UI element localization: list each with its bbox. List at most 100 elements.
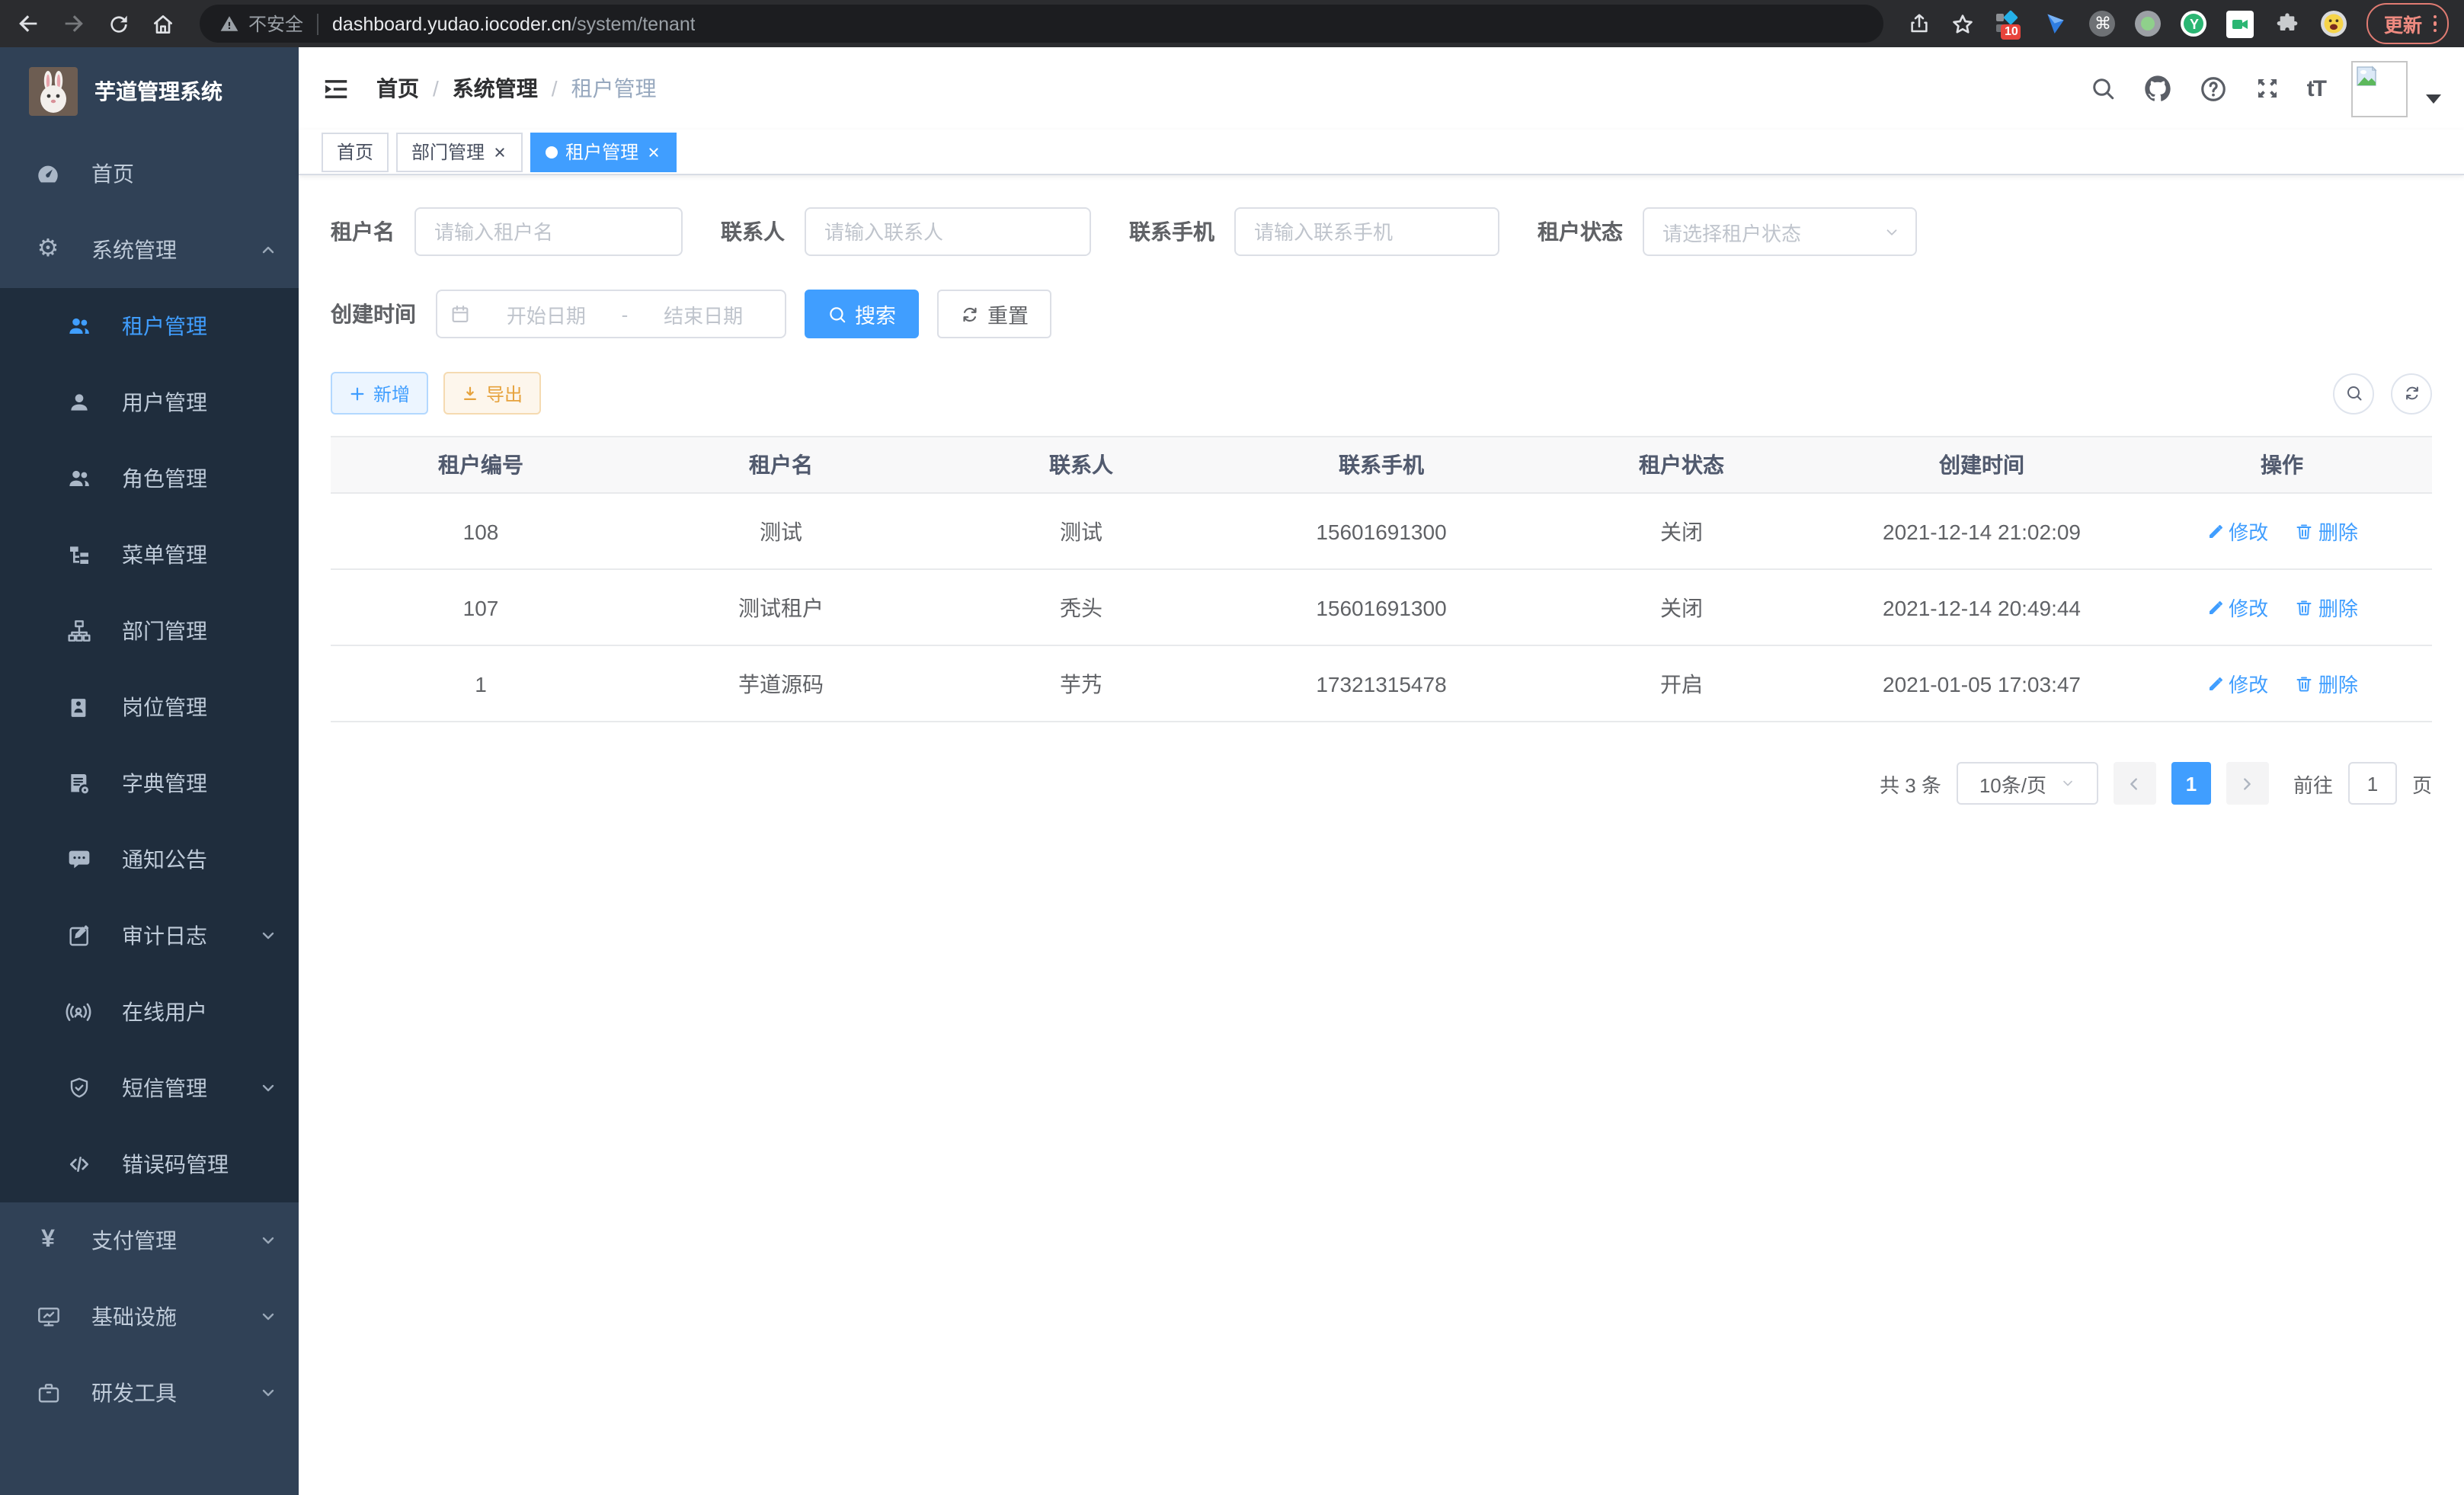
delete-button[interactable]: 删除 (2296, 669, 2358, 698)
chevron-down-icon (2060, 776, 2075, 791)
sidebar-item-dev-tools[interactable]: 研发工具 (0, 1355, 299, 1431)
sidebar-item-dept-management[interactable]: 部门管理 (0, 593, 299, 669)
tab-home[interactable]: 首页 (322, 132, 389, 171)
extension-blocker-icon[interactable]: 10 (1995, 10, 2023, 37)
breadcrumb: 首页 / 系统管理 / 租户管理 (376, 73, 657, 104)
page-number-1[interactable]: 1 (2171, 762, 2211, 805)
status-value: 关闭 (1531, 569, 1832, 645)
download-icon (462, 385, 478, 402)
column-header: 租户名 (631, 437, 931, 493)
browser-update-button[interactable]: 更新 (2367, 3, 2449, 44)
header-search-icon[interactable] (2089, 75, 2117, 102)
sidebar-item-payment-management[interactable]: ¥ 支付管理 (0, 1202, 299, 1279)
extensions-puzzle-icon[interactable] (2274, 10, 2302, 37)
users-icon (66, 314, 91, 338)
extension-y-icon[interactable]: Y (2181, 11, 2207, 37)
home-icon[interactable] (151, 11, 175, 36)
app-logo[interactable]: 芋道管理系统 (0, 47, 299, 136)
goto-page-input[interactable]: 1 (2348, 762, 2397, 805)
extension-kite-icon[interactable] (2043, 10, 2070, 37)
sidebar-item-label: 错误码管理 (122, 1149, 229, 1180)
delete-button[interactable]: 删除 (2296, 593, 2358, 622)
logo-image (29, 67, 78, 116)
sidebar-item-online-users[interactable]: 在线用户 (0, 974, 299, 1050)
sidebar-item-sms-management[interactable]: 短信管理 (0, 1050, 299, 1126)
tenant-page: 租户名 联系人 联系手机 租户状态 请选择租户状态 (299, 175, 2464, 1495)
breadcrumb-home[interactable]: 首页 (376, 73, 419, 104)
back-icon[interactable] (15, 11, 41, 37)
delete-button[interactable]: 删除 (2296, 517, 2358, 546)
sidebar-item-role-management[interactable]: 角色管理 (0, 440, 299, 517)
breadcrumb-current: 租户管理 (571, 73, 657, 104)
fullscreen-icon[interactable] (2254, 75, 2281, 102)
bookmark-star-icon[interactable] (1951, 11, 1976, 36)
contact-input[interactable] (805, 207, 1091, 256)
create-time-range-picker[interactable]: 开始日期 - 结束日期 (436, 290, 786, 338)
sidebar-item-label: 字典管理 (122, 768, 207, 799)
breadcrumb-system[interactable]: 系统管理 (453, 73, 538, 104)
search-button[interactable]: 搜索 (805, 290, 919, 338)
extension-dot-icon[interactable] (2136, 11, 2162, 37)
close-icon[interactable] (492, 144, 507, 159)
font-size-icon[interactable]: tT (2307, 75, 2325, 101)
total-count: 共 3 条 (1880, 769, 1941, 798)
dictionary-icon (66, 771, 91, 796)
sidebar-item-post-management[interactable]: 岗位管理 (0, 669, 299, 745)
edit-button[interactable]: 修改 (2206, 517, 2268, 546)
sidebar-item-audit-log[interactable]: 审计日志 (0, 898, 299, 974)
sidebar-item-tenant-management[interactable]: 租户管理 (0, 288, 299, 364)
tags-view-bar: 首页 部门管理 租户管理 (299, 130, 2464, 175)
add-button[interactable]: 新增 (331, 372, 428, 415)
sidebar-item-error-code-management[interactable]: 错误码管理 (0, 1126, 299, 1202)
sidebar-item-dict-management[interactable]: 字典管理 (0, 745, 299, 821)
table-row: 108 测试 测试 15601691300 关闭 2021-12-14 21:0… (331, 493, 2432, 569)
page-size-select[interactable]: 10条/页 (1957, 762, 2098, 805)
sidebar-item-notice-management[interactable]: 通知公告 (0, 821, 299, 898)
extension-meet-icon[interactable] (2227, 10, 2254, 37)
profile-avatar-icon[interactable] (2322, 11, 2347, 37)
avatar-dropdown-icon[interactable] (2426, 94, 2441, 104)
tenant-name-input[interactable] (414, 207, 683, 256)
column-header: 租户状态 (1531, 437, 1832, 493)
edit-button[interactable]: 修改 (2206, 669, 2268, 698)
extension-command-icon[interactable]: ⌘ (2090, 11, 2116, 37)
help-icon[interactable] (2199, 74, 2228, 103)
user-avatar[interactable] (2351, 60, 2408, 117)
monitor-icon (35, 1305, 61, 1329)
table-row: 107 测试租户 秃头 15601691300 关闭 2021-12-14 20… (331, 569, 2432, 645)
refresh-table-icon[interactable] (2391, 373, 2432, 414)
prev-page-button[interactable] (2114, 762, 2156, 805)
sidebar-item-user-management[interactable]: 用户管理 (0, 364, 299, 440)
reload-icon[interactable] (107, 11, 131, 36)
browser-menu-icon[interactable] (2433, 15, 2437, 33)
address-bar[interactable]: 不安全 dashboard.yudao.iocoder.cn/system/te… (200, 5, 1884, 43)
sidebar-item-home[interactable]: 首页 (0, 136, 299, 212)
end-date-placeholder: 结束日期 (634, 299, 773, 328)
edit-button[interactable]: 修改 (2206, 593, 2268, 622)
chevron-up-icon (259, 241, 277, 259)
reset-button[interactable]: 重置 (937, 290, 1051, 338)
github-icon[interactable] (2142, 73, 2173, 104)
tab-tenant-management[interactable]: 租户管理 (530, 132, 677, 171)
sidebar-item-system-management[interactable]: ⚙ 系统管理 (0, 212, 299, 288)
next-page-button[interactable] (2226, 762, 2269, 805)
browser-toolbar: 不安全 dashboard.yudao.iocoder.cn/system/te… (0, 0, 2464, 47)
close-icon[interactable] (646, 144, 661, 159)
mobile-input[interactable] (1234, 207, 1499, 256)
dashboard-icon (35, 161, 61, 187)
forward-icon[interactable] (61, 11, 87, 37)
status-label: 租户状态 (1538, 216, 1623, 247)
share-icon[interactable] (1909, 12, 1931, 35)
sidebar-collapse-icon[interactable] (322, 74, 350, 103)
export-button[interactable]: 导出 (443, 372, 541, 415)
pagination: 共 3 条 10条/页 1 前往 1 页 (331, 762, 2432, 805)
sidebar-item-infrastructure[interactable]: 基础设施 (0, 1279, 299, 1355)
tab-dept-management[interactable]: 部门管理 (396, 132, 523, 171)
sidebar-item-label: 用户管理 (122, 387, 207, 418)
sidebar-item-menu-management[interactable]: 菜单管理 (0, 517, 299, 593)
toggle-search-icon[interactable] (2333, 373, 2374, 414)
sidebar-item-label: 部门管理 (122, 616, 207, 646)
shield-check-icon (66, 1076, 91, 1100)
tenant-status-select[interactable]: 请选择租户状态 (1643, 207, 1917, 256)
toolbox-icon (35, 1381, 61, 1405)
